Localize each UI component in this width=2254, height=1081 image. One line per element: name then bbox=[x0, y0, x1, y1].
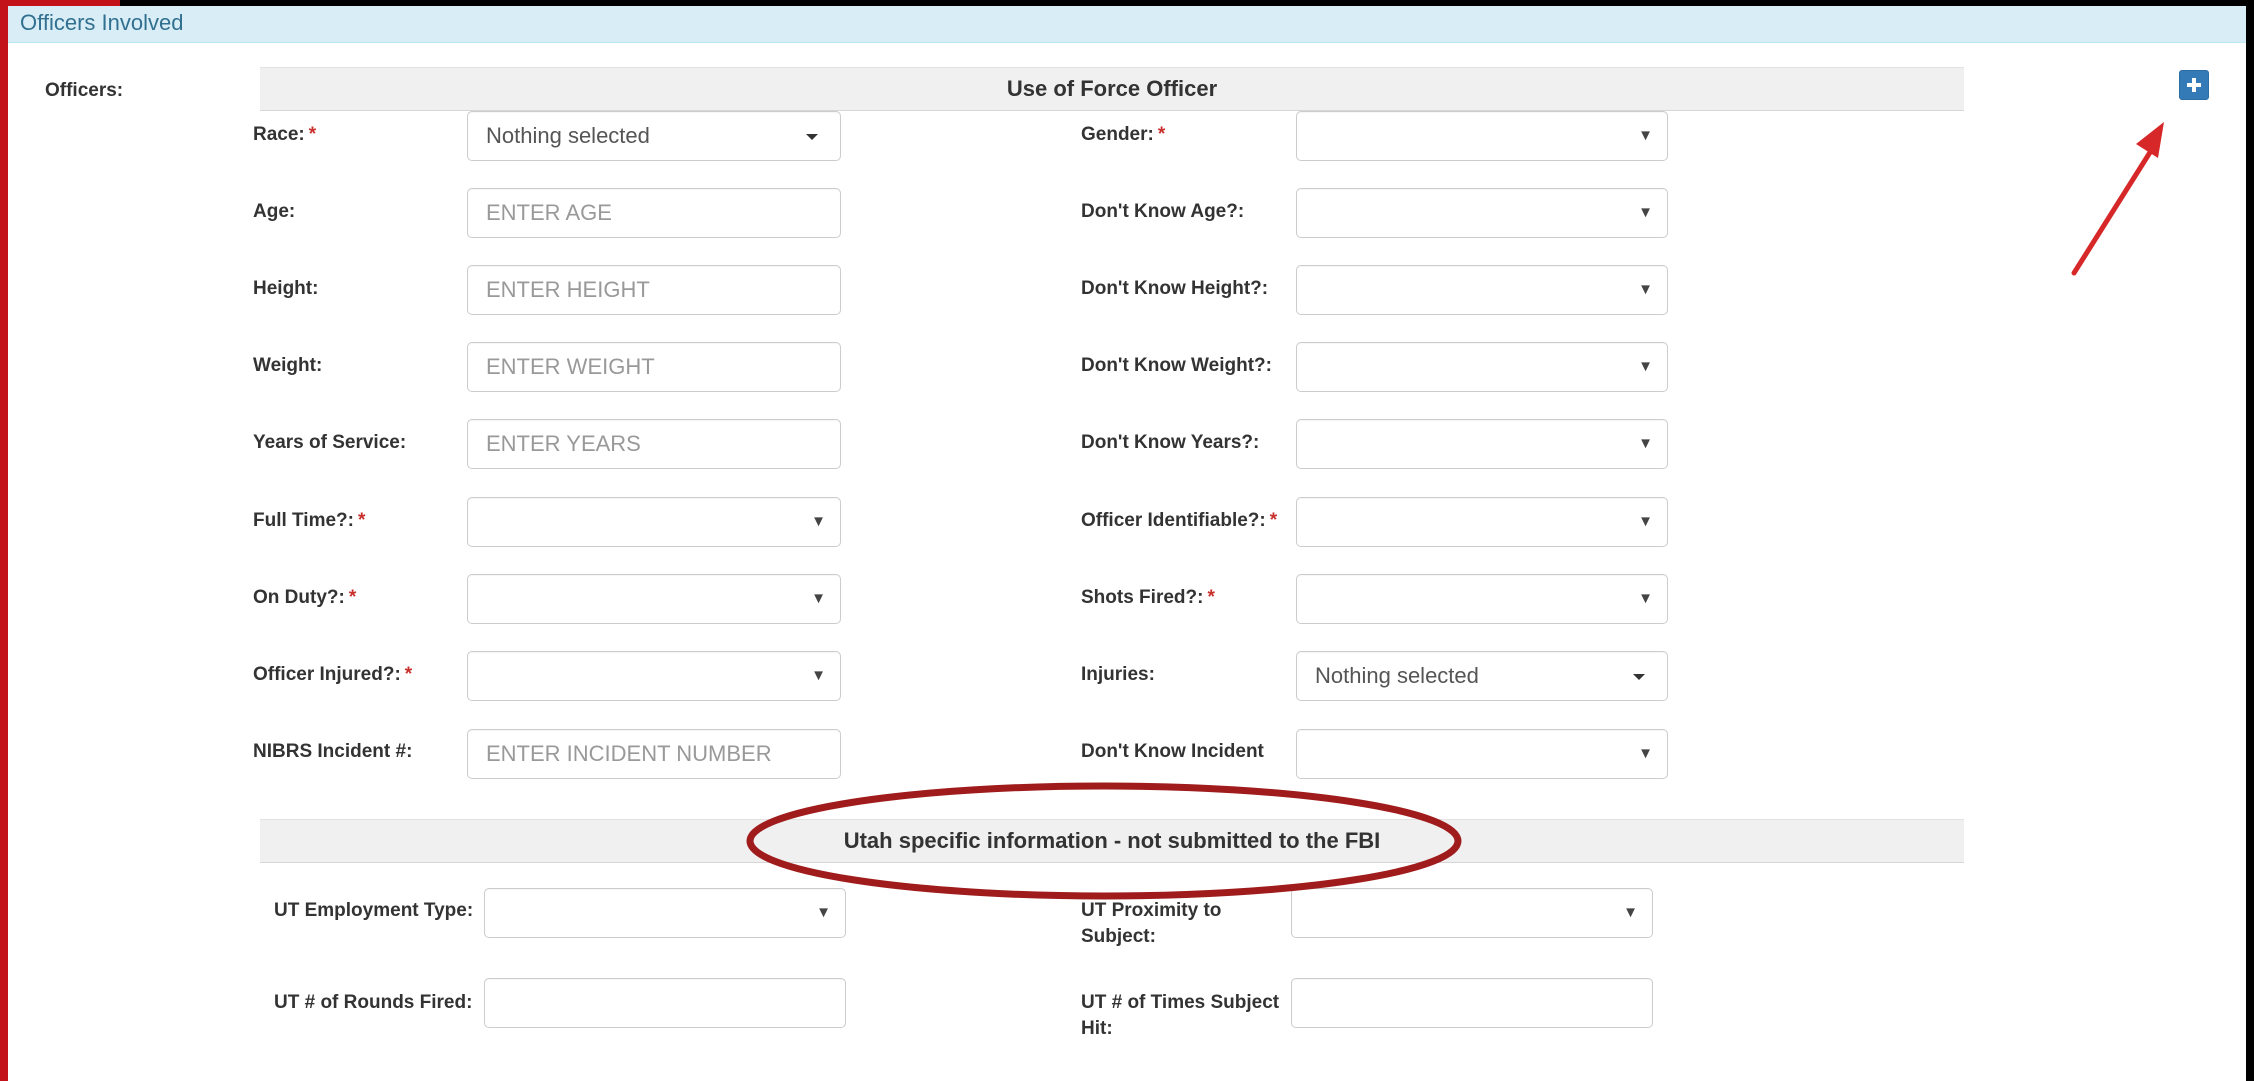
caret-down-icon: ▼ bbox=[1638, 204, 1653, 221]
panel-title: Officers Involved bbox=[20, 10, 184, 35]
arrow-annotation bbox=[2071, 122, 2164, 276]
required-marker: * bbox=[1269, 510, 1278, 531]
dont-know-incident-select[interactable]: ▼ bbox=[1296, 729, 1668, 779]
caret-down-icon: ▼ bbox=[816, 904, 831, 921]
required-marker: * bbox=[1207, 587, 1215, 608]
age-input[interactable]: ENTER AGE bbox=[467, 188, 841, 238]
full-time-select[interactable]: ▼ bbox=[467, 497, 841, 547]
required-marker: * bbox=[1157, 124, 1166, 145]
dont-know-height-label: Don't Know Height?: bbox=[1081, 278, 1269, 299]
officers-label: Officers: bbox=[45, 80, 124, 101]
ut-times-subject-hit-input[interactable] bbox=[1291, 978, 1653, 1028]
age-label: Age: bbox=[253, 201, 296, 222]
caret-down-icon: ▼ bbox=[811, 590, 826, 607]
caret-down-icon: ▼ bbox=[1638, 358, 1653, 375]
required-marker: * bbox=[404, 664, 413, 685]
ut-rounds-fired-label: UT # of Rounds Fired: bbox=[274, 992, 473, 1013]
height-input[interactable]: ENTER HEIGHT bbox=[467, 265, 841, 315]
dont-know-weight-select[interactable]: ▼ bbox=[1296, 342, 1668, 392]
section-title: Use of Force Officer bbox=[1006, 76, 1218, 101]
race-select-value: Nothing selected bbox=[486, 123, 650, 148]
dont-know-weight-label: Don't Know Weight?: bbox=[1081, 355, 1272, 376]
caret-down-icon bbox=[1633, 674, 1645, 680]
ut-employment-type-select[interactable]: ▼ bbox=[484, 888, 846, 938]
caret-down-icon: ▼ bbox=[811, 667, 826, 684]
height-label: Height: bbox=[253, 278, 319, 299]
required-marker: * bbox=[308, 124, 317, 145]
dont-know-age-select[interactable]: ▼ bbox=[1296, 188, 1668, 238]
caret-down-icon: ▼ bbox=[1638, 281, 1653, 298]
caret-down-icon: ▼ bbox=[811, 513, 826, 530]
shots-fired-select[interactable]: ▼ bbox=[1296, 574, 1668, 624]
required-marker: * bbox=[357, 510, 366, 531]
shots-fired-label: Shots Fired?: * bbox=[1081, 587, 1215, 608]
dont-know-years-label: Don't Know Years?: bbox=[1081, 432, 1260, 453]
ut-proximity-select[interactable]: ▼ bbox=[1291, 888, 1653, 938]
caret-down-icon bbox=[806, 134, 818, 140]
required-marker: * bbox=[348, 587, 357, 608]
on-duty-label: On Duty?: * bbox=[253, 587, 357, 608]
officers-involved-panel: Officers Involved Officers: Use of Force… bbox=[8, 6, 2246, 1081]
section-title: Utah specific information - not submitte… bbox=[843, 828, 1381, 853]
section-header-utah-specific: Utah specific information - not submitte… bbox=[260, 819, 1964, 863]
officer-injured-select[interactable]: ▼ bbox=[467, 651, 841, 701]
weight-label: Weight: bbox=[253, 355, 323, 376]
injuries-select[interactable]: Nothing selected bbox=[1296, 651, 1668, 701]
injuries-select-value: Nothing selected bbox=[1315, 663, 1479, 688]
years-of-service-label: Years of Service: bbox=[253, 432, 407, 453]
ut-rounds-fired-input[interactable] bbox=[484, 978, 846, 1028]
race-select[interactable]: Nothing selected bbox=[467, 111, 841, 161]
years-of-service-input[interactable]: ENTER YEARS bbox=[467, 419, 841, 469]
race-label: Race: * bbox=[253, 124, 317, 145]
officer-identifiable-label: Officer Identifiable?: * bbox=[1081, 510, 1278, 531]
officer-injured-label: Officer Injured?: * bbox=[253, 664, 413, 685]
ut-employment-type-label: UT Employment Type: bbox=[274, 900, 474, 921]
dont-know-height-select[interactable]: ▼ bbox=[1296, 265, 1668, 315]
caret-down-icon: ▼ bbox=[1638, 745, 1653, 762]
dont-know-incident-label: Don't Know Incident #?: bbox=[1081, 741, 1264, 769]
panel-header: Officers Involved bbox=[8, 6, 2246, 43]
weight-input[interactable]: ENTER WEIGHT bbox=[467, 342, 841, 392]
on-duty-select[interactable]: ▼ bbox=[467, 574, 841, 624]
caret-down-icon: ▼ bbox=[1623, 904, 1638, 921]
caret-down-icon: ▼ bbox=[1638, 435, 1653, 452]
nibrs-incident-label: NIBRS Incident #: bbox=[253, 741, 413, 762]
full-time-label: Full Time?: * bbox=[253, 510, 366, 531]
section-header-use-of-force: Use of Force Officer bbox=[260, 67, 1964, 111]
ut-proximity-label: UT Proximity to Subject: bbox=[1081, 900, 1222, 947]
caret-down-icon: ▼ bbox=[1638, 590, 1653, 607]
dont-know-age-label: Don't Know Age?: bbox=[1081, 201, 1245, 222]
caret-down-icon: ▼ bbox=[1638, 513, 1653, 530]
screen-border-left bbox=[0, 0, 8, 1081]
injuries-label: Injuries: bbox=[1081, 664, 1155, 685]
add-officer-button[interactable] bbox=[2179, 70, 2209, 100]
nibrs-incident-input[interactable]: ENTER INCIDENT NUMBER bbox=[467, 729, 841, 779]
gender-label: Gender: * bbox=[1081, 124, 1166, 145]
officer-identifiable-select[interactable]: ▼ bbox=[1296, 497, 1668, 547]
gender-select[interactable]: ▼ bbox=[1296, 111, 1668, 161]
caret-down-icon: ▼ bbox=[1638, 127, 1653, 144]
dont-know-years-select[interactable]: ▼ bbox=[1296, 419, 1668, 469]
ut-times-subject-hit-label: UT # of Times Subject Hit: bbox=[1081, 992, 1280, 1039]
